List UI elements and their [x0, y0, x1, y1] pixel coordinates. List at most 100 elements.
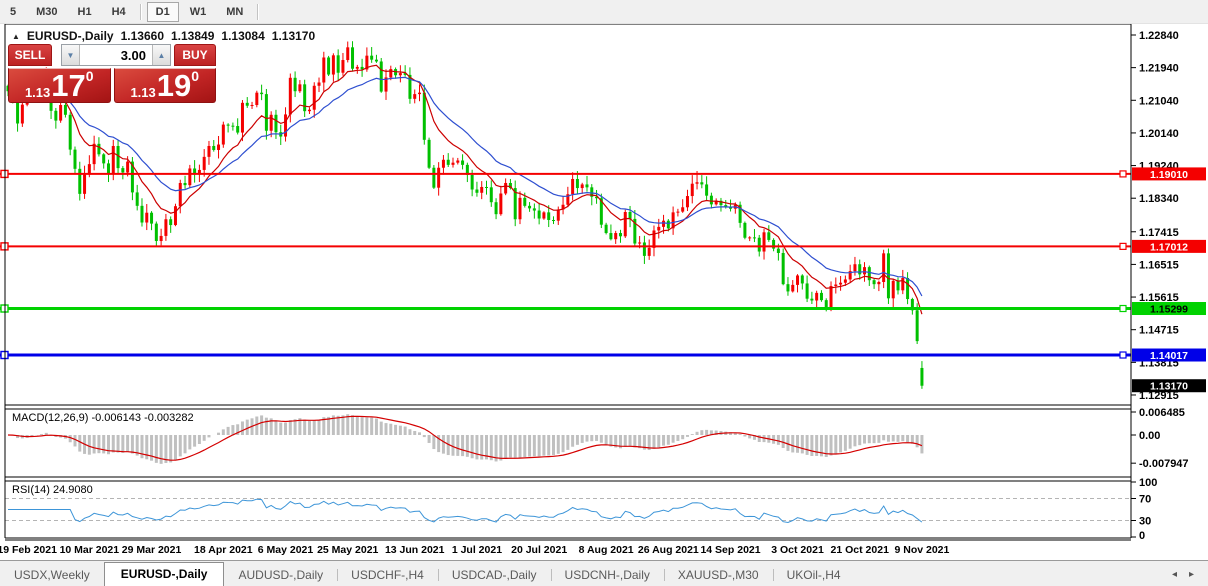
sell-price-prefix: 1.13 — [25, 85, 50, 100]
candle-body — [748, 237, 751, 238]
chart-tab-usdx-weekly[interactable]: USDX,Weekly — [0, 564, 104, 586]
candle-body — [294, 78, 297, 91]
candle-body — [786, 284, 789, 291]
candle-body — [499, 193, 502, 214]
candle-body — [806, 283, 809, 298]
candle-body — [743, 223, 746, 238]
candle-body — [648, 248, 651, 256]
candle-body — [117, 146, 120, 168]
candle-body — [327, 57, 330, 74]
chart-tab-audusd-daily[interactable]: AUDUSD-,Daily — [224, 564, 337, 586]
quote-high: 1.13849 — [171, 29, 214, 43]
timeframe-button-5[interactable]: 5 — [1, 2, 25, 22]
chart-tab-xauusd-m30[interactable]: XAUUSD-,M30 — [664, 564, 773, 586]
timeframe-button-mn[interactable]: MN — [217, 2, 252, 22]
candle-body — [571, 179, 574, 194]
candle-body — [853, 264, 856, 271]
candle-body — [758, 238, 761, 252]
collapse-triangle-icon[interactable]: ▲ — [12, 32, 20, 41]
volume-field[interactable]: 3.00 — [80, 45, 152, 65]
date-axis-label: 18 Apr 2021 — [194, 544, 253, 556]
candle-body — [322, 57, 325, 82]
candle-body — [341, 60, 344, 73]
candle-body — [652, 230, 655, 247]
candle-body — [212, 146, 215, 150]
candle-body — [289, 78, 292, 115]
level-right-anchor — [1120, 352, 1126, 358]
candle-body — [916, 310, 919, 341]
candle-body — [418, 93, 421, 94]
tab-scroll-arrows: ◂▸ — [1172, 569, 1194, 580]
tab-scroll-left-icon[interactable]: ◂ — [1172, 569, 1177, 580]
candle-body — [140, 206, 143, 223]
date-axis-label: 1 Jul 2021 — [452, 544, 502, 556]
candle-body — [877, 282, 880, 284]
timeframe-button-d1[interactable]: D1 — [147, 2, 179, 22]
candle-body — [452, 163, 455, 165]
sell-button[interactable]: SELL — [8, 44, 52, 66]
timeframe-button-h4[interactable]: H4 — [103, 2, 135, 22]
candle-body — [227, 125, 230, 126]
chart-tab-usdcnh-daily[interactable]: USDCNH-,Daily — [551, 564, 664, 586]
tab-scroll-right-icon[interactable]: ▸ — [1189, 569, 1194, 580]
one-click-trading-panel: SELL ▼ 3.00 ▲ BUY 1.13170 1.13190 — [8, 44, 216, 103]
candle-body — [676, 212, 679, 213]
candle-body — [547, 212, 550, 220]
chart-background — [0, 24, 1208, 560]
timeframe-button-w1[interactable]: W1 — [181, 2, 216, 22]
candle-body — [442, 160, 445, 168]
candle-body — [700, 182, 703, 184]
candle-body — [83, 175, 86, 194]
candle-body — [102, 154, 105, 163]
candle-body — [399, 73, 402, 75]
rsi-indicator-label: RSI(14) 24.9080 — [12, 484, 93, 496]
candle-body — [236, 126, 239, 133]
candle-body — [863, 267, 866, 274]
candle-body — [906, 278, 909, 299]
candle-body — [897, 281, 900, 290]
price-axis-label: 1.20140 — [1139, 128, 1179, 140]
volume-increase-button[interactable]: ▲ — [152, 45, 170, 65]
candle-body — [107, 163, 110, 174]
candle-body — [629, 212, 632, 219]
price-tag-label: 1.14017 — [1150, 350, 1188, 362]
candle-body — [332, 55, 335, 74]
candle-body — [21, 105, 24, 124]
candle-body — [901, 278, 904, 290]
timeframe-button-h1[interactable]: H1 — [69, 2, 101, 22]
buy-price-panel[interactable]: 1.13190 — [114, 68, 217, 103]
price-tag-label: 1.17012 — [1150, 241, 1188, 253]
candle-body — [447, 160, 450, 165]
chart-tab-ukoil-h4[interactable]: UKOil-,H4 — [773, 564, 855, 586]
candle-body — [839, 283, 842, 285]
toolbar-separator — [257, 4, 259, 20]
candle-body — [231, 126, 234, 127]
buy-price-main: 19 — [157, 72, 191, 100]
chart-tab-usdcad-daily[interactable]: USDCAD-,Daily — [438, 564, 551, 586]
candle-body — [337, 55, 340, 72]
timeframe-button-m30[interactable]: M30 — [27, 2, 66, 22]
candle-body — [920, 368, 923, 386]
buy-price-pip: 0 — [191, 70, 199, 82]
candle-body — [59, 105, 62, 121]
candle-body — [882, 253, 885, 282]
chart-tab-eurusd-daily[interactable]: EURUSD-,Daily — [104, 562, 225, 586]
candle-body — [791, 285, 794, 292]
candle-body — [638, 242, 641, 243]
candle-body — [696, 182, 699, 183]
candle-body — [686, 196, 689, 207]
candle-body — [681, 207, 684, 211]
volume-decrease-button[interactable]: ▼ — [62, 45, 80, 65]
candle-body — [112, 146, 115, 174]
date-axis-label: 20 Jul 2021 — [511, 544, 567, 556]
quote-open: 1.13660 — [121, 29, 164, 43]
sell-price-main: 17 — [51, 72, 85, 100]
chart-canvas[interactable]: 1.228401.219401.210401.201401.192401.183… — [0, 24, 1208, 560]
volume-spinner: ▼ 3.00 ▲ — [61, 44, 171, 66]
buy-button[interactable]: BUY — [174, 44, 216, 66]
chart-tab-usdchf-h4[interactable]: USDCHF-,H4 — [337, 564, 438, 586]
sell-price-panel[interactable]: 1.13170 — [8, 68, 111, 103]
candle-body — [624, 212, 627, 236]
candle-body — [73, 150, 76, 169]
candle-body — [313, 86, 316, 110]
